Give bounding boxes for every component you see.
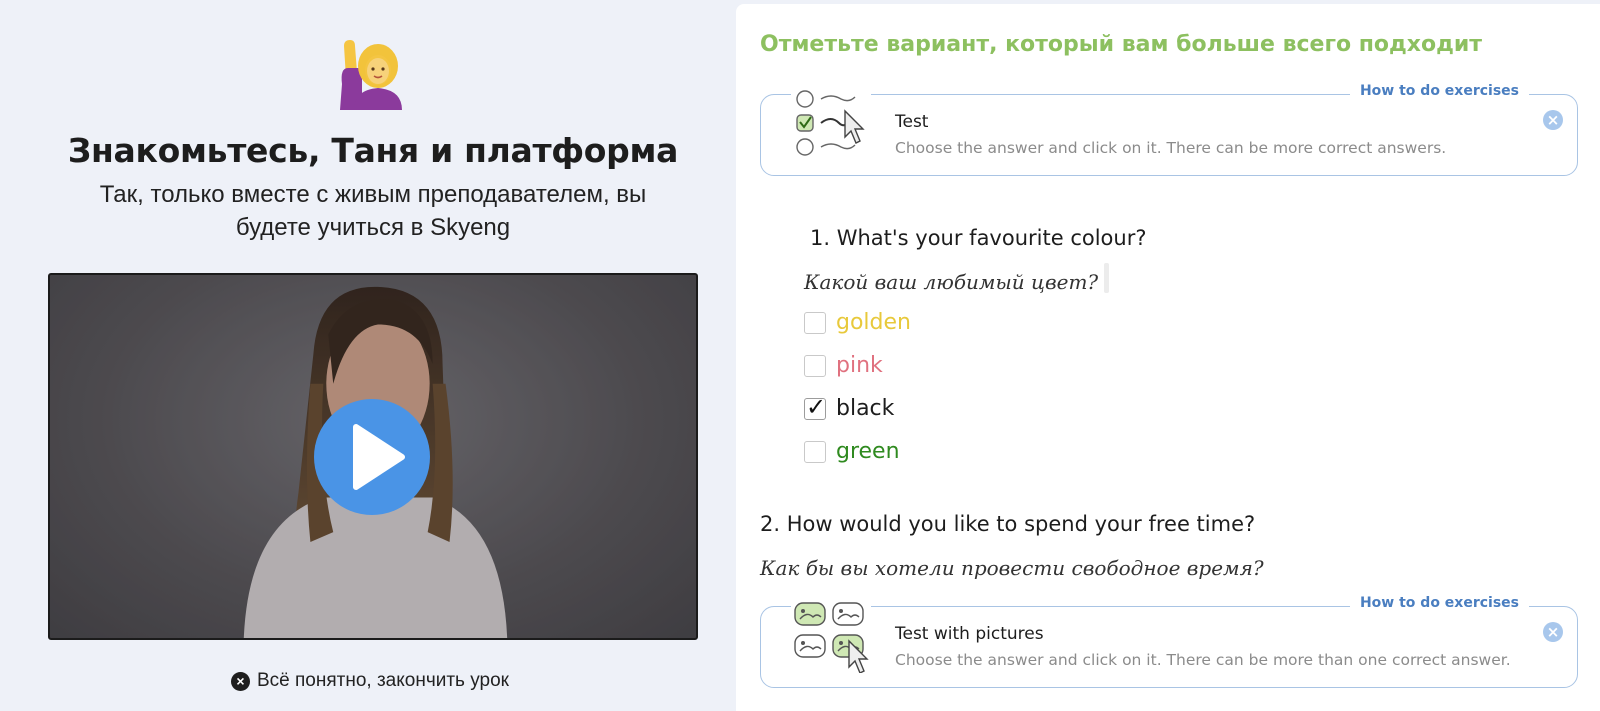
close-instructions-icon[interactable]: × <box>1543 110 1563 130</box>
answer-label: golden <box>836 310 911 335</box>
close-instructions-icon[interactable]: × <box>1543 622 1563 642</box>
answer-checkbox[interactable] <box>804 311 826 334</box>
intro-title: Знакомьтесь, Таня и платформа <box>67 131 679 170</box>
answer-checkbox[interactable] <box>804 354 826 377</box>
answer-option[interactable]: golden <box>804 310 911 335</box>
exercise-panel: Отметьте вариант, который вам больше все… <box>736 4 1600 711</box>
intro-panel: Знакомьтесь, Таня и платформа Так, тольк… <box>0 0 736 711</box>
exercise-type-title: Test with pictures <box>895 624 1044 644</box>
exercise-type-title: Test <box>895 112 929 132</box>
person-raising-hand-icon <box>340 40 402 110</box>
how-to-do-exercises-link[interactable]: How to do exercises <box>1349 595 1529 611</box>
answer-option[interactable]: pink <box>804 353 883 378</box>
answer-option[interactable]: ✓ black <box>804 393 895 421</box>
answer-checkbox-checked[interactable]: ✓ <box>804 393 826 421</box>
checkmark-icon: ✓ <box>806 392 827 421</box>
exercise-type-description: Choose the answer and click on it. There… <box>895 651 1511 669</box>
question-title: 1. What's your favourite colour? <box>810 226 1147 250</box>
test-checklist-icon <box>791 89 871 161</box>
close-circle-icon: × <box>231 671 250 691</box>
question-translation: Какой ваш любимый цвет? <box>804 270 1099 294</box>
test-pictures-icon <box>791 601 871 673</box>
answer-checkbox[interactable] <box>804 440 826 463</box>
answer-option[interactable]: green <box>804 439 900 464</box>
exercise-heading: Отметьте вариант, который вам больше все… <box>760 32 1483 57</box>
exercise-instructions-box: How to do exercises × Test with pictures… <box>760 595 1578 688</box>
answer-label: pink <box>836 353 883 378</box>
text-cursor <box>1104 263 1109 293</box>
answer-label: green <box>836 439 900 464</box>
finish-lesson-label: Всё понятно, закончить урок <box>257 670 509 691</box>
play-icon <box>353 424 405 490</box>
exercise-type-description: Choose the answer and click on it. There… <box>895 139 1447 157</box>
answer-label: black <box>836 396 895 421</box>
question-title: 2. How would you like to spend your free… <box>760 512 1256 536</box>
exercise-instructions-box: How to do exercises × Test Choose the an… <box>760 83 1578 176</box>
play-button[interactable] <box>314 399 430 515</box>
intro-subtitle: Так, только вместе с живым преподавателе… <box>99 181 647 241</box>
how-to-do-exercises-link[interactable]: How to do exercises <box>1349 83 1529 99</box>
finish-lesson-button[interactable]: × Всё понятно, закончить урок <box>231 670 509 692</box>
question-translation: Как бы вы хотели провести свободное врем… <box>760 556 1264 580</box>
video-player[interactable] <box>48 273 698 640</box>
